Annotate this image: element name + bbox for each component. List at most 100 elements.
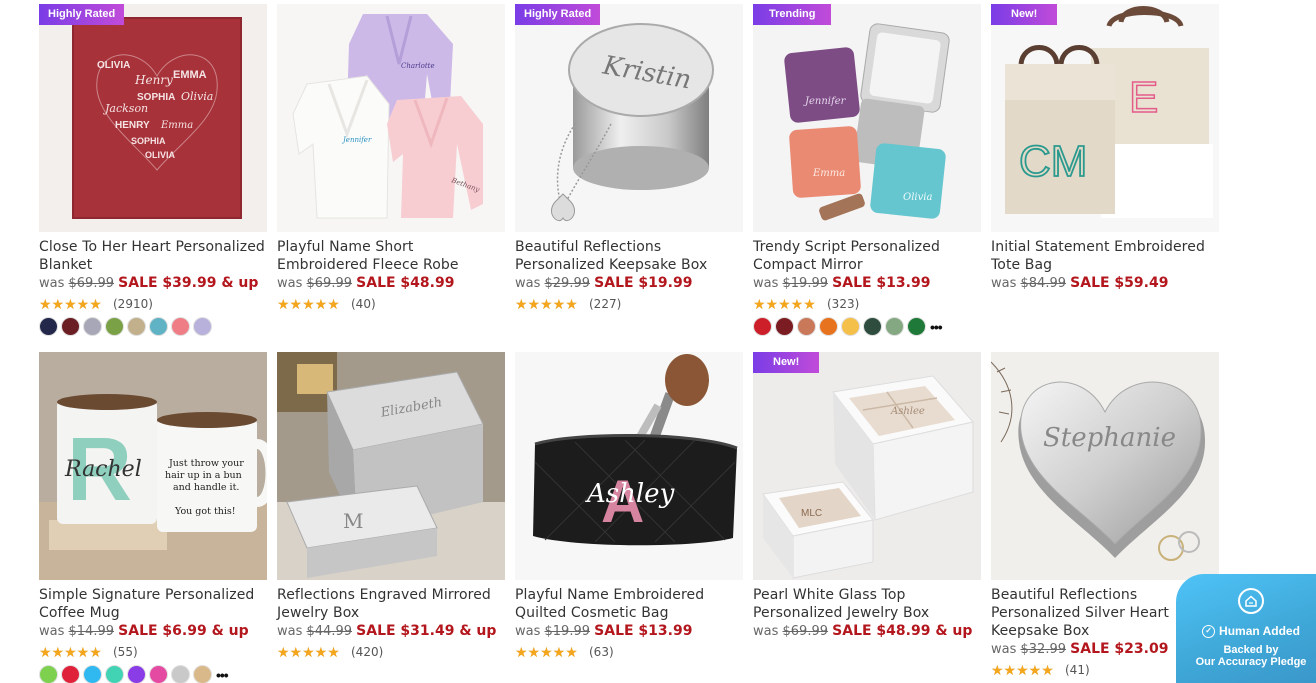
product-image[interactable]: OLIVIA Henry EMMA SOPHIA Olivia Jackson … xyxy=(39,4,267,232)
product-title[interactable]: Reflections Engraved Mirrored Jewelry Bo… xyxy=(277,586,505,622)
color-swatch[interactable] xyxy=(83,665,102,683)
blanket-illustration: OLIVIA Henry EMMA SOPHIA Olivia Jackson … xyxy=(72,17,242,219)
product-rating[interactable]: ★★★★★ ★★★★★ (2910) xyxy=(39,296,267,312)
product-card[interactable]: E CM New! Initial Statement Embroidered … xyxy=(991,4,1219,336)
product-card[interactable]: Kristin Highly Rated Beautiful Reflectio… xyxy=(515,4,743,336)
product-image[interactable]: Stephanie xyxy=(991,352,1219,580)
product-price: was $19.99 SALE $13.99 xyxy=(753,275,931,291)
product-title[interactable]: Playful Name Embroidered Quilted Cosmeti… xyxy=(515,586,743,622)
keepsake-box-illustration: Kristin xyxy=(550,23,714,222)
color-swatch[interactable] xyxy=(775,317,794,336)
color-swatch[interactable] xyxy=(105,317,124,336)
svg-text:Henry: Henry xyxy=(134,73,173,87)
review-count: (63) xyxy=(589,645,614,659)
original-price: $19.99 xyxy=(544,624,591,639)
color-swatch[interactable] xyxy=(863,317,882,336)
review-count: (323) xyxy=(827,297,860,311)
compact-mirror-illustration: Jennifer Emma Olivia xyxy=(784,23,950,221)
human-added-label: ✓ Human Added xyxy=(1176,624,1316,638)
original-price: $32.99 xyxy=(1020,642,1067,657)
original-price: $19.99 xyxy=(782,276,829,291)
color-swatch[interactable] xyxy=(193,665,212,683)
tote-bag-illustration: E CM xyxy=(1005,6,1213,218)
review-count: (227) xyxy=(589,297,622,311)
color-swatch[interactable] xyxy=(171,317,190,336)
product-image[interactable]: A Ashley xyxy=(515,352,743,580)
color-swatch[interactable] xyxy=(841,317,860,336)
product-card[interactable]: Charlotte Jennifer Bethany Playful Name … xyxy=(277,4,505,336)
color-swatch[interactable] xyxy=(61,317,80,336)
product-title[interactable]: Close To Her Heart Personalized Blanket xyxy=(39,238,267,274)
accuracy-pledge-widget[interactable]: ✓ Human Added Backed by Our Accuracy Ple… xyxy=(1176,574,1316,683)
color-swatch[interactable] xyxy=(39,317,58,336)
product-title[interactable]: Trendy Script Personalized Compact Mirro… xyxy=(753,238,981,274)
product-image[interactable]: Ashlee MLC xyxy=(753,352,981,580)
color-swatch[interactable] xyxy=(907,317,926,336)
original-price: $29.99 xyxy=(544,276,591,291)
product-card[interactable]: Elizabeth M Reflections Engraved Mirrore… xyxy=(277,352,505,683)
product-image[interactable]: Elizabeth M xyxy=(277,352,505,580)
color-swatch[interactable] xyxy=(819,317,838,336)
star-rating-icon: ★★★★★ ★★★★★ xyxy=(277,644,340,660)
product-price: was $29.99 SALE $19.99 xyxy=(515,275,693,291)
more-colors-icon[interactable]: ••• xyxy=(216,668,229,682)
heart-keepsake-illustration: Stephanie xyxy=(991,361,1206,561)
svg-text:and handle it.: and handle it. xyxy=(173,482,239,493)
product-rating[interactable]: ★★★★★ ★★★★★ (55) xyxy=(39,644,267,660)
highly-rated-badge: Highly Rated xyxy=(39,4,125,25)
product-price: was $19.99 SALE $13.99 xyxy=(515,623,693,639)
product-card[interactable]: A Ashley Playful Name Embroidered Quilte… xyxy=(515,352,743,683)
product-rating[interactable]: ★★★★★ ★★★★★ (40) xyxy=(277,296,505,312)
product-rating[interactable]: ★★★★★ ★★★★★ (420) xyxy=(277,644,505,660)
original-price: $14.99 xyxy=(68,624,115,639)
svg-text:HENRY: HENRY xyxy=(115,120,150,131)
product-row: OLIVIA Henry EMMA SOPHIA Olivia Jackson … xyxy=(39,4,1219,336)
product-price: was $14.99 SALE $6.99 & up xyxy=(39,623,249,639)
mirrored-jewelry-box-illustration: Elizabeth M xyxy=(277,352,505,580)
product-rating[interactable]: ★★★★★ ★★★★★ (323) xyxy=(753,296,981,312)
product-title[interactable]: Pearl White Glass Top Personalized Jewel… xyxy=(753,586,981,622)
color-swatch[interactable] xyxy=(753,317,772,336)
color-swatch[interactable] xyxy=(127,317,146,336)
color-swatch[interactable] xyxy=(797,317,816,336)
color-swatch[interactable] xyxy=(39,665,58,683)
sale-price: SALE $39.99 & up xyxy=(118,275,259,291)
svg-text:Stephanie: Stephanie xyxy=(1043,423,1176,453)
product-rating[interactable]: ★★★★★ ★★★★★ (63) xyxy=(515,644,743,660)
svg-text:You got this!: You got this! xyxy=(174,506,236,517)
review-count: (40) xyxy=(351,297,376,311)
sale-price: SALE $48.99 xyxy=(356,275,455,291)
home-icon xyxy=(1238,588,1264,614)
product-title[interactable]: Beautiful Reflections Personalized Keeps… xyxy=(515,238,743,274)
product-title[interactable]: Simple Signature Personalized Coffee Mug xyxy=(39,586,267,622)
color-swatch[interactable] xyxy=(193,317,212,336)
original-price: $84.99 xyxy=(1020,276,1067,291)
color-swatch[interactable] xyxy=(885,317,904,336)
color-swatch[interactable] xyxy=(149,665,168,683)
more-colors-icon[interactable]: ••• xyxy=(930,320,943,334)
color-swatch[interactable] xyxy=(83,317,102,336)
product-card[interactable]: Jennifer Emma Olivia Trending Trendy Scr… xyxy=(753,4,981,336)
check-circle-icon: ✓ xyxy=(1202,624,1216,638)
review-count: (420) xyxy=(351,645,384,659)
color-swatch[interactable] xyxy=(171,665,190,683)
product-card[interactable]: R Rachel Just throw your hair up in a bu… xyxy=(39,352,267,683)
color-swatch[interactable] xyxy=(149,317,168,336)
color-swatch[interactable] xyxy=(61,665,80,683)
product-image[interactable]: Kristin xyxy=(515,4,743,232)
product-title[interactable]: Playful Name Short Embroidered Fleece Ro… xyxy=(277,238,505,274)
product-image[interactable]: E CM xyxy=(991,4,1219,232)
pledge-text: Backed by Our Accuracy Pledge xyxy=(1195,644,1307,668)
product-title[interactable]: Initial Statement Embroidered Tote Bag xyxy=(991,238,1219,274)
product-image[interactable]: Jennifer Emma Olivia xyxy=(753,4,981,232)
color-swatch[interactable] xyxy=(127,665,146,683)
product-card[interactable]: Ashlee MLC New! Pearl White Glass Top Pe… xyxy=(753,352,981,683)
product-image[interactable]: R Rachel Just throw your hair up in a bu… xyxy=(39,352,267,580)
color-swatch[interactable] xyxy=(105,665,124,683)
product-card[interactable]: OLIVIA Henry EMMA SOPHIA Olivia Jackson … xyxy=(39,4,267,336)
product-image[interactable]: Charlotte Jennifer Bethany xyxy=(277,4,505,232)
product-rating[interactable]: ★★★★★ ★★★★★ (227) xyxy=(515,296,743,312)
product-price: was $69.99 SALE $48.99 & up xyxy=(753,623,973,639)
color-swatches: ••• xyxy=(753,317,981,336)
svg-text:M: M xyxy=(343,509,363,533)
